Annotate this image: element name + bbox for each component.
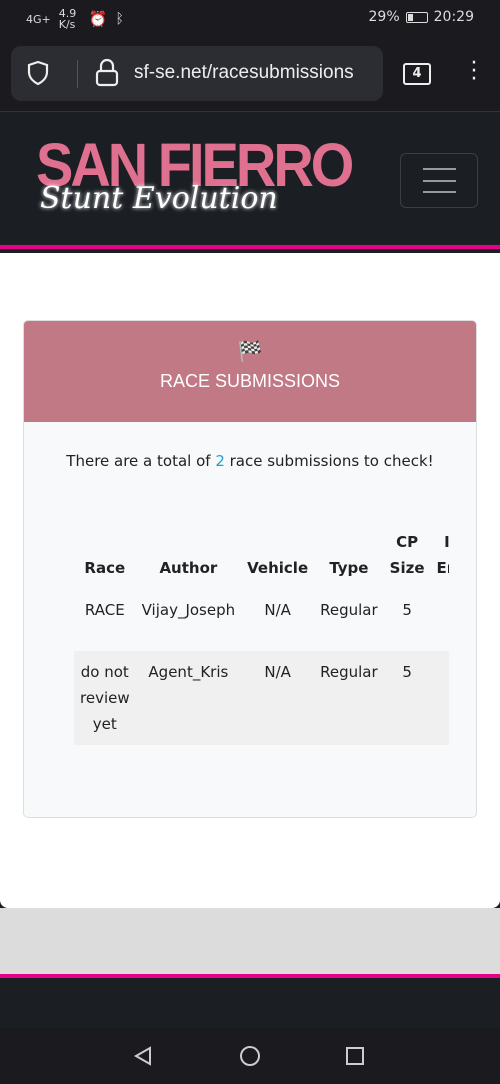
col-type: Type [329, 559, 369, 577]
truncated-cell [431, 589, 449, 651]
clock: 20:29 [433, 9, 474, 25]
home-icon[interactable] [239, 1045, 261, 1067]
author: Vijay_Joseph [141, 601, 236, 619]
cp-size: 5 [383, 651, 431, 745]
url-text: sf-se.net/racesubmissions [134, 62, 354, 83]
site-footer [0, 974, 500, 1028]
divider [77, 60, 78, 88]
address-bar[interactable]: sf-se.net/racesubmissions [11, 46, 383, 101]
hamburger-menu-button[interactable] [400, 153, 478, 208]
submissions-table: Race Author Vehicle Type CP Size I En RA… [74, 521, 449, 745]
submissions-table-wrapper[interactable]: Race Author Vehicle Type CP Size I En RA… [74, 521, 449, 745]
site-logo[interactable]: SAN FIERRO Stunt Evolution [36, 134, 354, 216]
col-race: Race [84, 559, 126, 577]
col-truncated: I En [436, 533, 449, 577]
status-bar: 4G+ 4.9 K/s ⏰ ᛒ 29% 20:29 [0, 0, 500, 36]
page-background [0, 908, 500, 974]
checkered-flag-icon: 🏁 [237, 339, 263, 363]
table-row[interactable]: RACE Vijay_Joseph N/A Regular 5 [74, 589, 449, 651]
battery-icon [405, 11, 428, 23]
table-row[interactable]: do not review yet Agent_Kris N/A Regular… [74, 651, 449, 745]
back-icon[interactable] [133, 1046, 153, 1066]
vehicle: N/A [264, 601, 291, 619]
submission-count: 2 [215, 452, 225, 470]
system-nav-bar [0, 1028, 500, 1084]
race-submissions-card: 🏁 RACE SUBMISSIONS There are a total of … [23, 320, 477, 818]
logo-subtitle: Stunt Evolution [40, 181, 278, 216]
card-header: 🏁 RACE SUBMISSIONS [24, 321, 476, 422]
vehicle: N/A [241, 651, 315, 745]
truncated-cell [430, 651, 449, 745]
col-vehicle: Vehicle [247, 559, 309, 577]
type: Regular [320, 601, 378, 619]
author: Agent_Kris [135, 651, 242, 745]
bluetooth-icon: ᛒ [115, 11, 124, 27]
site-navbar: SAN FIERRO Stunt Evolution [0, 113, 500, 249]
race-name: do not review yet [74, 651, 136, 745]
type: Regular [314, 651, 384, 745]
col-cp-size: CP Size [389, 533, 425, 577]
cp-size: 5 [402, 601, 412, 619]
alarm-icon: ⏰ [88, 10, 108, 28]
race-name: RACE [84, 601, 125, 619]
browser-toolbar: sf-se.net/racesubmissions 4 · · · [0, 36, 500, 112]
card-title: RACE SUBMISSIONS [159, 371, 341, 391]
battery-percent: 29% [368, 9, 400, 25]
shield-icon[interactable] [26, 60, 50, 86]
signal-icon: 4G+ [26, 12, 51, 26]
more-options-icon[interactable]: · · · [468, 53, 480, 91]
tab-switcher-button[interactable]: 4 [403, 63, 431, 85]
recents-icon[interactable] [345, 1046, 365, 1066]
submission-count-text: There are a total of 2 race submissions … [66, 452, 434, 470]
col-author: Author [159, 559, 218, 577]
main-content: 🏁 RACE SUBMISSIONS There are a total of … [0, 253, 500, 908]
network-speed: 4.9 K/s [58, 7, 77, 31]
lock-icon [95, 58, 119, 87]
